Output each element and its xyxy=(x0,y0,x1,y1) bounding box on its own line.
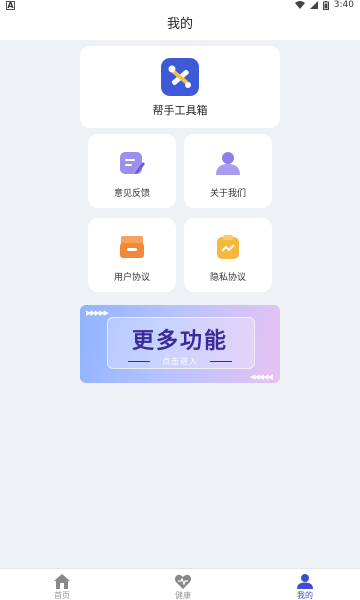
tab-home[interactable]: 首页 xyxy=(32,569,92,600)
bottom-tab-bar: 首页 健康 我的 xyxy=(0,568,360,600)
tab-mine[interactable]: 我的 xyxy=(275,569,335,600)
user-icon xyxy=(297,574,313,589)
toolbox-card[interactable]: 帮手工具箱 xyxy=(80,46,280,128)
toolbox-label: 帮手工具箱 xyxy=(152,104,208,117)
home-icon xyxy=(54,574,70,589)
privacy-agreement-tile[interactable]: 隐私协议 xyxy=(184,218,272,292)
about-us-tile[interactable]: 关于我们 xyxy=(184,134,272,208)
clipboard-icon xyxy=(217,235,239,259)
feedback-icon xyxy=(120,152,145,174)
battery-icon xyxy=(322,0,329,10)
notification-badge: A xyxy=(6,1,15,10)
status-time: 3:40 xyxy=(333,0,354,10)
privacy-agreement-label: 隐私协议 xyxy=(209,273,246,283)
feedback-label: 意见反馈 xyxy=(113,189,150,199)
banner-divider-right xyxy=(210,361,232,362)
feedback-tile[interactable]: 意见反馈 xyxy=(88,134,176,208)
arrow-decoration-icon: ▶▶▶▶▶ xyxy=(86,309,109,317)
banner-subtitle: 点击进入 xyxy=(162,357,198,366)
tab-health[interactable]: 健康 xyxy=(153,569,213,600)
page-title: 我的 xyxy=(0,12,360,40)
tab-health-label: 健康 xyxy=(175,591,191,600)
arrow-decoration-icon: ◀◀◀◀◀ xyxy=(250,373,273,381)
user-agreement-tile[interactable]: 用户协议 xyxy=(88,218,176,292)
person-icon xyxy=(216,152,240,175)
wifi-icon xyxy=(294,1,305,9)
more-features-banner[interactable]: ▶▶▶▶▶ 更多功能 点击进入 ◀◀◀◀◀ xyxy=(80,305,280,383)
inbox-icon xyxy=(120,236,144,258)
banner-title: 更多功能 xyxy=(131,329,228,354)
status-bar: A 3:40 xyxy=(0,0,360,12)
user-agreement-label: 用户协议 xyxy=(113,273,150,283)
tools-icon xyxy=(161,58,199,96)
tab-mine-label: 我的 xyxy=(297,591,313,600)
tab-home-label: 首页 xyxy=(54,591,70,600)
heart-icon xyxy=(175,574,191,589)
about-us-label: 关于我们 xyxy=(209,189,246,199)
signal-icon xyxy=(309,1,318,9)
